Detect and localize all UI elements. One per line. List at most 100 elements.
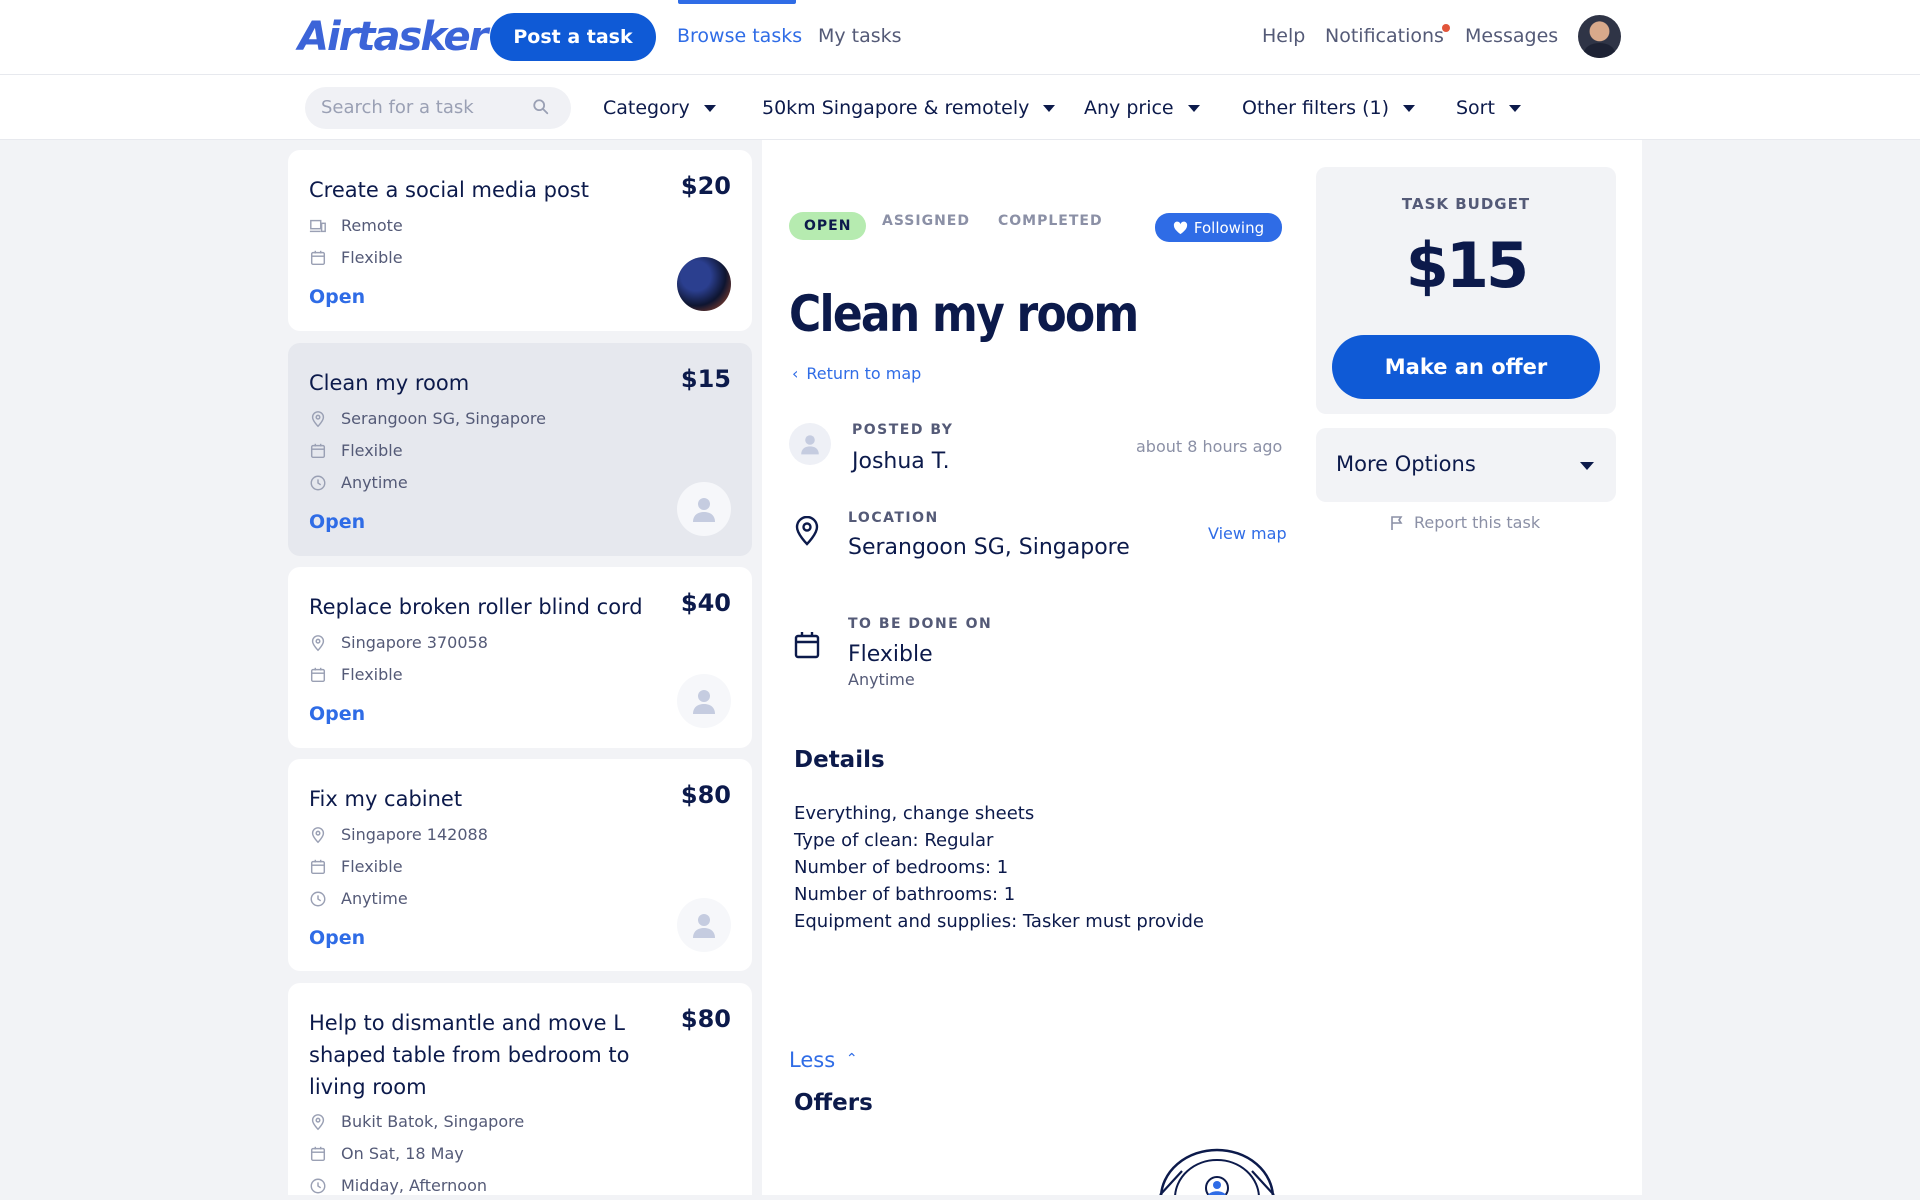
chevron-left-icon: ‹ <box>792 364 799 383</box>
task-card-selected[interactable]: Clean my room $15 Serangoon SG, Singapor… <box>288 343 752 556</box>
task-price: $15 <box>680 365 731 393</box>
posted-by-label: POSTED BY <box>852 422 954 438</box>
status-completed: COMPLETED <box>998 213 1103 229</box>
browse-tasks-link[interactable]: Browse tasks <box>677 25 802 47</box>
view-map-link[interactable]: View map <box>1208 524 1287 543</box>
calendar-icon <box>310 443 326 458</box>
poster-name[interactable]: Joshua T. <box>852 449 950 474</box>
task-time-row: Midday, Afternoon <box>309 1176 487 1195</box>
task-location: Singapore 370058 <box>341 633 488 652</box>
sort-filter[interactable]: Sort <box>1456 97 1521 119</box>
category-filter[interactable]: Category <box>603 97 716 119</box>
location-pin-icon <box>311 826 325 843</box>
task-location: Remote <box>341 216 403 235</box>
task-date-row: Flexible <box>309 441 403 460</box>
page-title: Clean my room <box>789 285 1139 343</box>
task-location-row: Remote <box>309 216 403 235</box>
chevron-down-icon <box>1043 104 1056 112</box>
return-to-map-link[interactable]: ‹ Return to map <box>792 364 921 383</box>
task-budget-card: TASK BUDGET $15 Make an offer <box>1316 167 1616 414</box>
task-card[interactable]: Help to dismantle and move L shaped tabl… <box>288 983 752 1195</box>
task-time: Anytime <box>341 473 408 492</box>
poster-avatar <box>677 257 731 311</box>
details-line: Type of clean: Regular <box>794 830 994 851</box>
calendar-icon <box>310 667 326 682</box>
poster-avatar <box>677 482 731 536</box>
following-label: Following <box>1193 218 1265 237</box>
filter-bar: Category 50km Singapore & remotely Any p… <box>0 75 1920 140</box>
more-options-dropdown[interactable]: More Options <box>1316 428 1616 502</box>
messages-link[interactable]: Messages <box>1465 25 1558 47</box>
location-pin-icon <box>311 634 325 651</box>
return-to-map-label: Return to map <box>806 364 922 383</box>
my-tasks-link[interactable]: My tasks <box>818 25 902 47</box>
price-filter[interactable]: Any price <box>1084 97 1200 119</box>
airtasker-logo[interactable]: Airtasker <box>298 14 488 60</box>
clock-icon <box>310 891 326 906</box>
help-link[interactable]: Help <box>1262 25 1305 47</box>
remote-icon <box>309 219 326 232</box>
done-time-value: Anytime <box>848 670 915 689</box>
task-location: Bukit Batok, Singapore <box>341 1112 525 1131</box>
chevron-down-icon <box>703 104 716 112</box>
task-time-row: Anytime <box>309 473 408 492</box>
details-line: Number of bedrooms: 1 <box>794 857 1009 878</box>
person-icon <box>693 914 715 938</box>
task-location: Singapore 142088 <box>341 825 488 844</box>
task-title: Fix my cabinet <box>309 787 463 811</box>
user-avatar[interactable] <box>1578 15 1621 58</box>
post-task-button[interactable]: Post a task <box>490 13 656 61</box>
calendar-icon <box>310 1146 326 1161</box>
task-title: Replace broken roller blind cord <box>309 595 643 619</box>
location-pin-icon <box>311 1113 325 1130</box>
task-card[interactable]: Create a social media post $20 Remote Fl… <box>288 150 752 331</box>
location-pin-icon <box>311 410 325 427</box>
task-card[interactable]: Replace broken roller blind cord $40 Sin… <box>288 567 752 748</box>
task-card[interactable]: Fix my cabinet $80 Singapore 142088 Flex… <box>288 759 752 971</box>
task-date-row: Flexible <box>309 248 403 267</box>
task-price: $80 <box>680 781 731 809</box>
task-time: Midday, Afternoon <box>341 1176 488 1195</box>
heart-icon <box>1173 221 1188 234</box>
location-filter-label: 50km Singapore & remotely <box>762 97 1030 119</box>
following-button[interactable]: Following <box>1155 213 1282 242</box>
status-open-badge: OPEN <box>789 212 867 240</box>
person-icon <box>693 690 715 714</box>
budget-amount: $15 <box>1405 229 1529 302</box>
less-toggle[interactable]: Less ⌃ <box>789 1048 858 1072</box>
task-date: Flexible <box>341 665 403 684</box>
report-label: Report this task <box>1414 513 1541 532</box>
task-title: Help to dismantle and move L shaped tabl… <box>309 1011 630 1099</box>
search-icon[interactable] <box>532 98 550 116</box>
offers-heading: Offers <box>794 1090 873 1116</box>
price-filter-label: Any price <box>1084 97 1174 119</box>
task-date-row: Flexible <box>309 857 403 876</box>
poster-avatar <box>677 898 731 952</box>
offers-illustration <box>1159 1148 1275 1195</box>
notifications-link[interactable]: Notifications <box>1325 25 1444 47</box>
search-input[interactable] <box>321 97 521 118</box>
less-label: Less <box>789 1048 836 1072</box>
other-filters[interactable]: Other filters (1) <box>1242 97 1416 119</box>
details-body: Everything, change sheets Type of clean:… <box>794 800 1204 935</box>
clock-icon <box>310 475 326 490</box>
task-date-row: On Sat, 18 May <box>309 1144 464 1163</box>
task-price: $40 <box>680 589 731 617</box>
poster-avatar[interactable] <box>789 423 831 465</box>
task-location: Serangoon SG, Singapore <box>341 409 546 428</box>
location-filter[interactable]: 50km Singapore & remotely <box>762 97 1056 119</box>
task-location-row: Bukit Batok, Singapore <box>309 1112 524 1131</box>
flag-icon <box>1391 515 1403 530</box>
task-title: Create a social media post <box>309 178 589 202</box>
make-offer-button[interactable]: Make an offer <box>1332 335 1600 399</box>
poster-avatar <box>677 674 731 728</box>
details-heading: Details <box>794 747 885 773</box>
task-date-row: Flexible <box>309 665 403 684</box>
task-date: Flexible <box>341 857 403 876</box>
chevron-down-icon <box>1187 104 1200 112</box>
report-task-link[interactable]: Report this task <box>1390 513 1540 532</box>
location-value: Serangoon SG, Singapore <box>848 535 1130 560</box>
posted-time: about 8 hours ago <box>1136 437 1283 456</box>
category-filter-label: Category <box>603 97 690 119</box>
clock-icon <box>310 1178 326 1193</box>
